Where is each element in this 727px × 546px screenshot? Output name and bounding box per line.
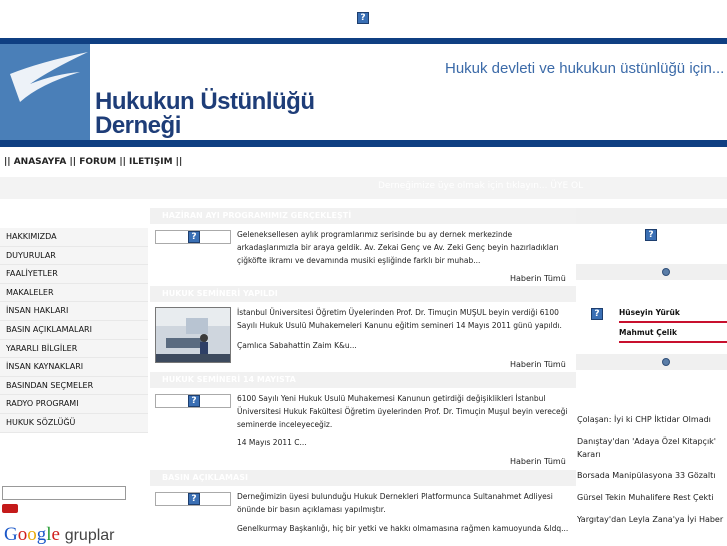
article-summary: Derneğimizin üyesi bulunduğu Hukuk Derne…	[237, 492, 553, 514]
broken-image-icon: ?	[188, 493, 200, 505]
sidebar-item-makaleler[interactable]: MAKALELER	[0, 283, 148, 303]
news-item[interactable]: Çolaşan: İyi ki CHP İktidar Olmadı	[577, 413, 727, 426]
banner: Hukukun Üstünlüğü Derneği Hukuk devleti …	[0, 44, 727, 140]
header-bottom-bar	[0, 140, 727, 147]
news-item[interactable]: Borsada Manipülasyona 33 Gözaltı	[577, 469, 727, 482]
broken-image-icon: ?	[188, 231, 200, 243]
article-summary-continued: Genelkurmay Başkanlığı, hiç bir yetki ve…	[237, 524, 569, 533]
article-summary-continued: 14 Mayıs 2011 C...	[237, 438, 307, 447]
sidebar-item-duyurular[interactable]: DUYURULAR	[0, 246, 148, 266]
article-thumbnail[interactable]: ?	[155, 230, 231, 244]
broken-image-icon: ?	[645, 229, 657, 241]
article-thumbnail[interactable]: ?	[155, 394, 231, 408]
broken-image-icon: ?	[357, 12, 369, 24]
top-navigation: || ANASAYFA || FORUM || ILETIŞIM || Bugü…	[0, 147, 727, 177]
article-summary-continued: Çamlıca Sabahattin Zaim K&u...	[237, 341, 357, 350]
slogan: Hukuk devleti ve hukukun üstünlüğü için.…	[445, 60, 725, 77]
sidebar-item-faaliyetler[interactable]: FAALİYETLER	[0, 265, 148, 284]
sidebar-item-insan-haklari[interactable]: İNSAN HAKLARI	[0, 302, 148, 321]
news-feed: HAZİRAN AYI PROGRAMIMIZ GERÇEKLEŞTİ ? Ge…	[150, 208, 576, 545]
collapse-icon[interactable]	[662, 268, 670, 276]
article-summary: 6100 Sayılı Yeni Hukuk Usulü Muhakemesi …	[237, 394, 568, 429]
right-header-bar	[576, 208, 727, 224]
read-more-link[interactable]: Haberin Tümü	[510, 360, 566, 369]
nav-links[interactable]: || ANASAYFA || FORUM || ILETIŞIM ||	[4, 157, 182, 167]
sidebar-item-radyo-programi[interactable]: RADYO PROGRAMI	[0, 395, 148, 414]
left-sidebar: HAKKIMIZDA DUYURULAR FAALİYETLER MAKALEL…	[0, 208, 148, 545]
article-summary: Geleneksellesen aylık programlarımız ser…	[237, 230, 559, 265]
article-summary: İstanbul Üniversitesi Öğretim Üyelerinde…	[237, 308, 562, 330]
authors-header-bar	[576, 264, 727, 280]
news-item[interactable]: Gürsel Tekin Muhalifere Rest Çekti	[577, 491, 727, 504]
sidebar-menu: HAKKIMIZDA DUYURULAR FAALİYETLER MAKALEL…	[0, 228, 148, 433]
read-more-link[interactable]: Haberin Tümü	[510, 457, 566, 466]
author-photo-icon: ?	[591, 308, 603, 320]
author-divider	[619, 341, 727, 343]
news-header-bar	[576, 354, 727, 370]
read-more-link[interactable]: Haberin Tümü	[510, 274, 566, 283]
sidebar-item-hukuk-sozlugu[interactable]: HUKUK SÖZLÜĞÜ	[0, 413, 148, 433]
search-input[interactable]	[2, 486, 126, 500]
logo-bird-icon	[0, 44, 90, 140]
news-item[interactable]: Danıştay'dan 'Adaya Özel Kitapçık' Karar…	[577, 435, 727, 461]
marquee-text[interactable]: Derneğimize üye olmak için tıklayın... Ü…	[378, 181, 583, 191]
right-sidebar: ? ? Hüseyin Yürük Mahmut Çelik Çolaşan: …	[576, 208, 727, 545]
article-heading[interactable]: BASIN AÇIKLAMASI	[150, 470, 576, 486]
top-strip: ?	[0, 0, 727, 38]
broken-image-icon: ?	[188, 395, 200, 407]
collapse-icon[interactable]	[662, 358, 670, 366]
article-thumbnail[interactable]: ?	[155, 492, 231, 506]
google-groups-logo[interactable]: Google gruplar	[4, 524, 115, 546]
author-name[interactable]: Hüseyin Yürük	[619, 308, 680, 317]
sidebar-item-yararli-bilgiler[interactable]: YARARLI BİLGİLER	[0, 339, 148, 359]
article-heading[interactable]: HUKUK SEMİNERİ YAPILDI	[150, 286, 576, 302]
search-button[interactable]	[2, 504, 18, 513]
sidebar-item-insan-kaynaklari[interactable]: İNSAN KAYNAKLARI	[0, 358, 148, 377]
logo-title-line2: Derneği	[95, 112, 181, 139]
marquee-row: Derneğimize üye olmak için tıklayın... Ü…	[0, 177, 727, 199]
google-groups-label: gruplar	[64, 527, 115, 544]
article-photo[interactable]	[155, 307, 231, 363]
author-divider	[619, 321, 727, 323]
sidebar-item-hakkimizda[interactable]: HAKKIMIZDA	[0, 228, 148, 247]
article-heading[interactable]: HUKUK SEMİNERİ 14 MAYISTA	[150, 372, 576, 388]
article-heading[interactable]: HAZİRAN AYI PROGRAMIMIZ GERÇEKLEŞTİ	[150, 208, 576, 224]
news-item[interactable]: Yargıtay'dan Leyla Zana'ya İyi Haber	[577, 513, 727, 526]
sidebar-item-basindan-secmeler[interactable]: BASINDAN SEÇMELER	[0, 376, 148, 396]
current-date: Bugün: 21 Haziran 2011 Salı	[617, 157, 727, 166]
author-name[interactable]: Mahmut Çelik	[619, 328, 677, 337]
sidebar-item-basin-aciklamalari[interactable]: BASIN AÇIKLAMALARI	[0, 320, 148, 340]
